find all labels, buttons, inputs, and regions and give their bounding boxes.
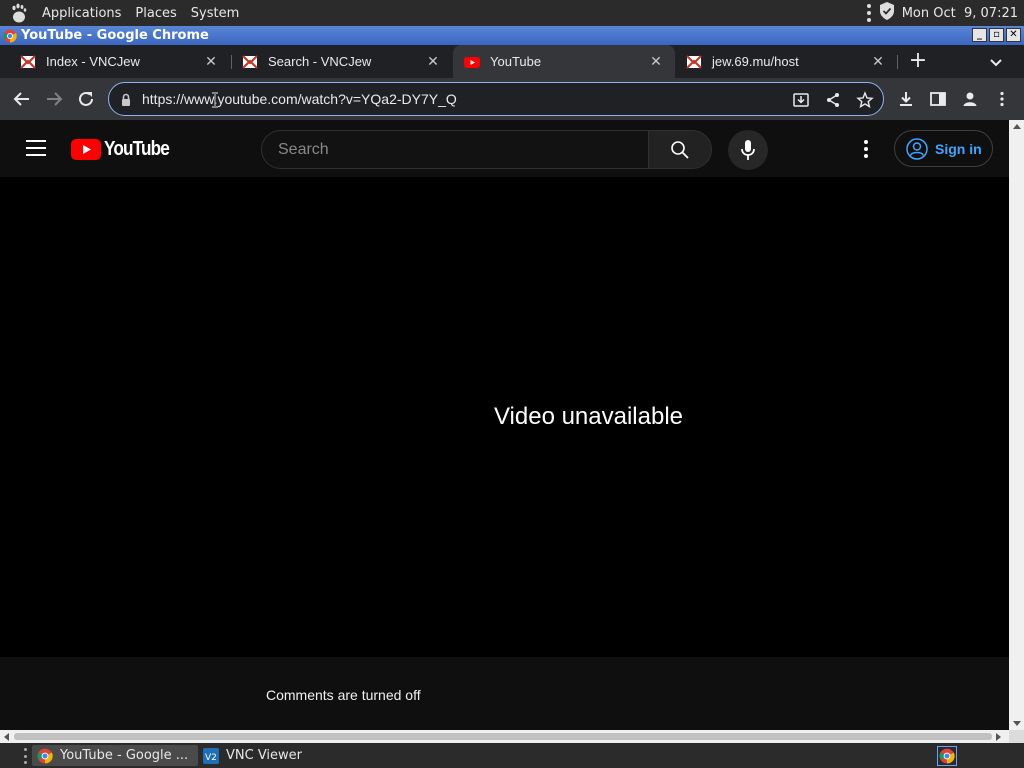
task-vnc-viewer[interactable]: V2 VNC Viewer	[198, 745, 307, 766]
chrome-icon	[37, 748, 53, 763]
close-window-button[interactable]: ✕	[1006, 28, 1021, 42]
back-icon[interactable]	[12, 89, 32, 109]
lock-icon[interactable]	[119, 92, 133, 106]
youtube-icon	[464, 54, 480, 70]
bottom-taskbar: YouTube - Google ... V2 VNC Viewer	[0, 743, 1024, 768]
tab-close-icon[interactable]: ✕	[871, 54, 885, 68]
menu-places[interactable]: Places	[128, 6, 183, 21]
panel-tray: Mon Oct 9, 07:21	[866, 0, 1018, 26]
below-player-area: Comments are turned off	[0, 657, 1009, 730]
tab-close-icon[interactable]: ✕	[649, 54, 663, 68]
search-icon	[671, 140, 689, 159]
url-text[interactable]: https://www.youtube.com/watch?v=YQa2-DY7…	[142, 91, 457, 107]
vncjew-icon	[20, 54, 36, 70]
gnome-top-panel: Applications Places System Mon Oct 9, 07…	[0, 0, 1024, 26]
tab-youtube[interactable]: YouTube ✕	[453, 45, 675, 78]
scroll-left-arrow-icon[interactable]	[4, 733, 9, 741]
tab-strip: Index - VNCJew ✕ Search - VNCJew ✕ YouTu…	[0, 45, 1024, 78]
tab-separator	[897, 55, 898, 69]
search-input[interactable]	[278, 140, 638, 160]
youtube-play-logo-icon	[71, 138, 101, 160]
vncjew-icon	[686, 54, 702, 70]
scroll-right-arrow-icon[interactable]	[996, 733, 1001, 741]
gnome-foot-icon[interactable]	[9, 3, 29, 23]
scrollbar-corner	[1009, 730, 1024, 743]
maximize-button[interactable]: ▫	[989, 28, 1004, 42]
taskbar-grip[interactable]	[24, 748, 28, 764]
tab-search-icon[interactable]	[987, 53, 1005, 71]
vnc-viewer-icon: V2	[203, 747, 219, 764]
bookmark-star-icon[interactable]	[855, 90, 875, 110]
video-unavailable-message: Video unavailable	[493, 403, 684, 430]
scroll-down-arrow-icon[interactable]	[1013, 721, 1021, 726]
comments-status: Comments are turned off	[266, 687, 421, 703]
share-icon[interactable]	[823, 90, 843, 110]
tab-title: Search - VNCJew	[268, 54, 372, 69]
forward-icon[interactable]	[44, 89, 64, 109]
search-box	[261, 130, 649, 169]
settings-more-icon[interactable]	[856, 138, 876, 160]
sign-in-label: Sign in	[935, 140, 982, 157]
voice-search-button[interactable]	[728, 130, 768, 170]
sign-in-button[interactable]: Sign in	[894, 130, 993, 167]
address-bar[interactable]: https://www.youtube.com/watch?v=YQa2-DY7…	[108, 82, 884, 116]
youtube-wordmark: YouTube	[104, 137, 170, 160]
hamburger-menu-icon[interactable]	[26, 140, 46, 156]
youtube-logo[interactable]: YouTube	[71, 137, 180, 161]
panel-clock[interactable]: Mon Oct 9, 07:21	[902, 6, 1018, 21]
panel-more-icon[interactable]	[866, 4, 872, 22]
menu-system[interactable]: System	[184, 6, 246, 21]
chrome-menu-icon[interactable]	[992, 89, 1012, 109]
horizontal-scroll-thumb[interactable]	[14, 733, 992, 740]
svg-text:V2: V2	[205, 753, 217, 763]
tab-close-icon[interactable]: ✕	[204, 54, 218, 68]
install-app-icon[interactable]	[791, 90, 811, 110]
side-panel-icon[interactable]	[928, 89, 948, 109]
menu-applications[interactable]: Applications	[35, 6, 128, 21]
scroll-up-arrow-icon[interactable]	[1013, 124, 1021, 129]
tab-title: YouTube	[490, 54, 542, 69]
window-title-bar[interactable]: YouTube - Google Chrome _ ▫ ✕	[0, 26, 1024, 45]
youtube-header: YouTube Sign in	[0, 120, 1009, 177]
window-controls: _ ▫ ✕	[972, 28, 1021, 42]
search-button[interactable]	[648, 130, 712, 169]
shield-icon[interactable]	[878, 1, 896, 25]
new-tab-button[interactable]: +	[908, 50, 928, 72]
desktop: Applications Places System Mon Oct 9, 07…	[0, 0, 1024, 768]
video-player[interactable]: Video unavailable	[0, 177, 1009, 657]
task-label: VNC Viewer	[226, 748, 303, 763]
text-cursor-icon	[212, 92, 218, 108]
downloads-icon[interactable]	[896, 89, 916, 109]
horizontal-scrollbar[interactable]	[0, 730, 1009, 743]
minimize-button[interactable]: _	[972, 28, 987, 42]
profile-icon[interactable]	[960, 89, 980, 109]
chrome-icon	[3, 29, 17, 43]
reload-icon[interactable]	[76, 89, 96, 109]
task-label: YouTube - Google ...	[60, 748, 189, 763]
browser-toolbar: https://www.youtube.com/watch?v=YQa2-DY7…	[0, 78, 1024, 120]
tab-search-vncjew[interactable]: Search - VNCJew ✕	[222, 45, 452, 78]
tab-title: Index - VNCJew	[46, 54, 140, 69]
tab-jew-host[interactable]: jew.69.mu/host ✕	[675, 45, 897, 78]
account-icon	[906, 137, 928, 160]
tab-title: jew.69.mu/host	[712, 54, 799, 69]
task-chrome-window[interactable]: YouTube - Google ...	[32, 745, 198, 766]
tray-chrome-icon[interactable]	[937, 746, 957, 766]
tab-close-icon[interactable]: ✕	[426, 54, 440, 68]
microphone-icon	[741, 140, 755, 160]
window-title: YouTube - Google Chrome	[21, 28, 209, 43]
tab-index-vncjew[interactable]: Index - VNCJew ✕	[0, 45, 230, 78]
vertical-scrollbar[interactable]	[1009, 120, 1024, 730]
vncjew-icon	[242, 54, 258, 70]
